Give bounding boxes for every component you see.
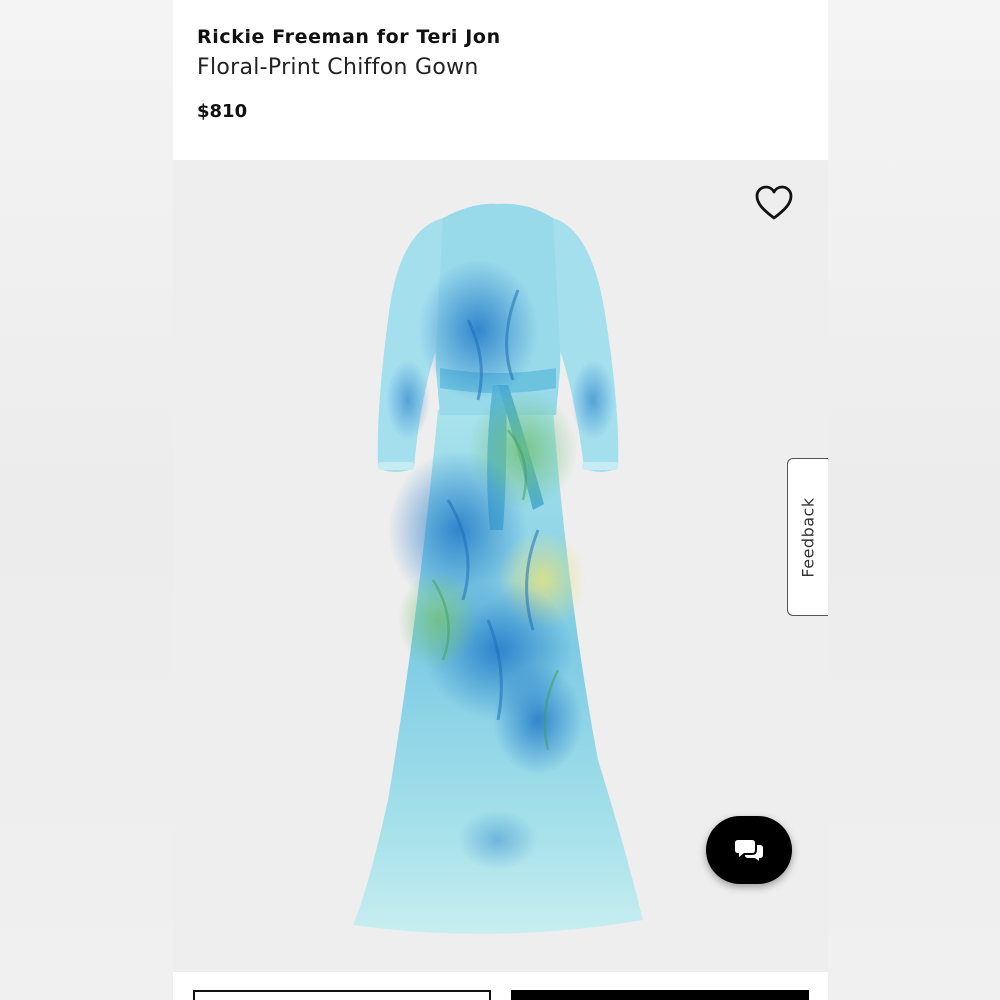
bottom-action-bar	[173, 972, 828, 1000]
chat-bubbles-icon	[735, 840, 763, 861]
chat-button[interactable]	[706, 816, 792, 884]
product-page: Rickie Freeman for Teri Jon Floral-Print…	[173, 0, 828, 1000]
add-to-bag-button[interactable]	[511, 990, 809, 1000]
product-image-gown	[353, 203, 643, 934]
background-left	[0, 0, 173, 1000]
product-price: $810	[197, 101, 248, 122]
feedback-tab[interactable]: Feedback	[787, 458, 828, 616]
feedback-label: Feedback	[799, 496, 819, 578]
product-title: Floral-Print Chiffon Gown	[197, 55, 479, 80]
background-right	[828, 0, 1000, 1000]
secondary-action-button[interactable]	[193, 990, 491, 1000]
wishlist-heart-icon[interactable]	[753, 182, 795, 224]
product-image-gallery[interactable]: Feedback	[173, 160, 828, 972]
brand-name[interactable]: Rickie Freeman for Teri Jon	[197, 26, 501, 48]
product-header: Rickie Freeman for Teri Jon Floral-Print…	[173, 0, 828, 160]
